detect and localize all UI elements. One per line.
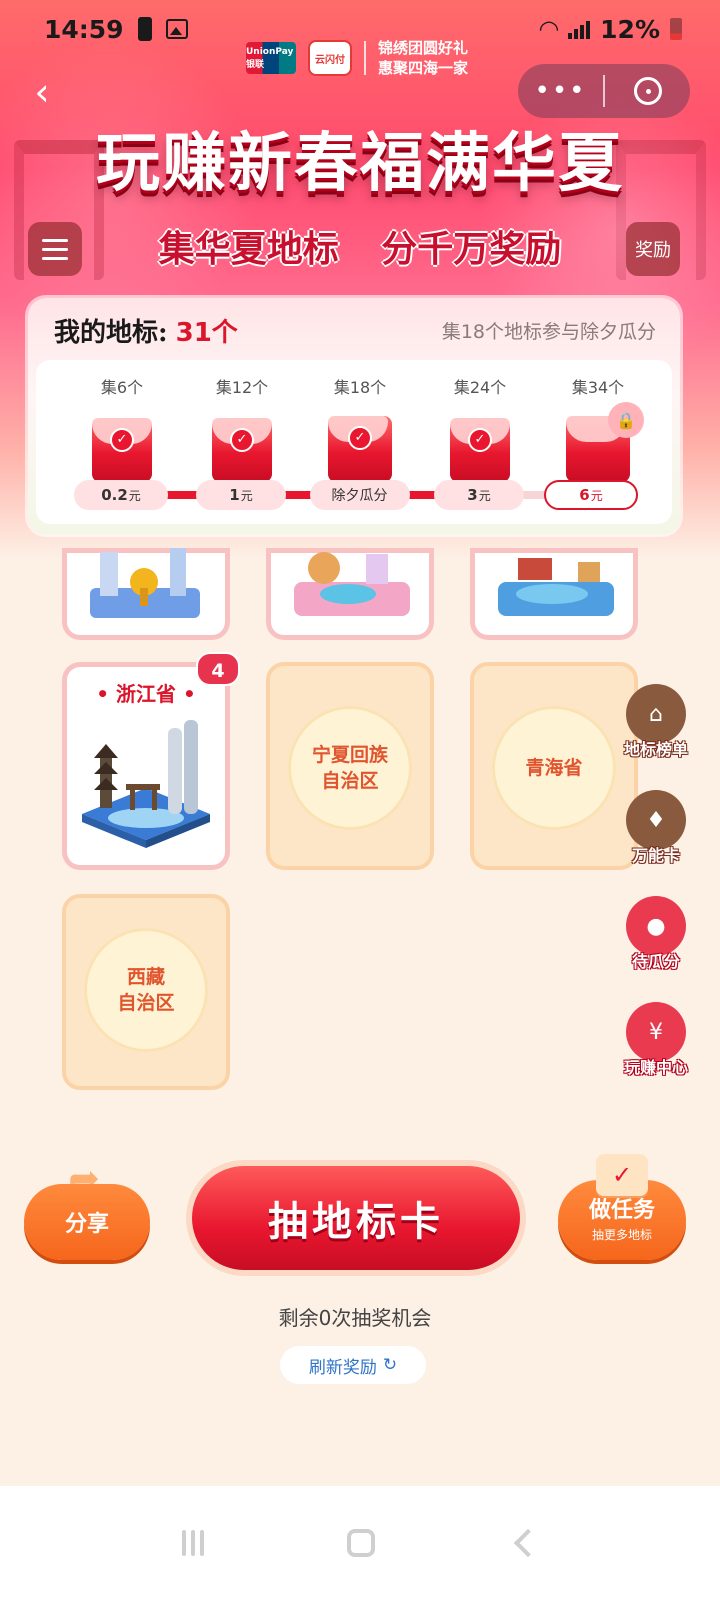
home-icon[interactable] (346, 1529, 375, 1557)
refresh-rewards-button[interactable]: 刷新奖励 ↻ (280, 1346, 426, 1384)
milestone-item[interactable]: 集6个 ✓ (62, 360, 182, 482)
card-count-badge: 4 (196, 652, 240, 686)
landmark-card-qinghai[interactable]: 青海省 (470, 662, 638, 870)
close-circle-icon (633, 77, 662, 105)
progress-hint: 集18个地标参与除夕瓜分 (441, 321, 656, 343)
landmark-count: 31个 (175, 318, 238, 348)
brand-slogan: 锦绣团圆好礼 惠聚四海一家 (378, 39, 469, 77)
signal-icon (568, 19, 591, 39)
yuan-envelope-icon: ¥ (626, 1002, 686, 1062)
pagoda-icon: ⌂ (626, 684, 686, 744)
landmark-card[interactable] (470, 548, 638, 640)
milestone-item[interactable]: 集34个 🔒 (538, 360, 658, 482)
red-envelope-icon: ✓ (450, 418, 510, 482)
progress-title: 我的地标: (54, 318, 168, 348)
back-icon[interactable] (514, 1528, 543, 1558)
zhejiang-landmark-illustration (82, 720, 210, 848)
earn-center-button[interactable]: ¥ 玩赚中心 (620, 1002, 692, 1078)
milestone-item[interactable]: 集18个 ✓ (300, 360, 420, 482)
pending-split-button[interactable]: ● 待瓜分 (620, 896, 692, 972)
landmark-card-zhejiang[interactable]: • 浙江省 • 4 (62, 652, 240, 870)
milestone-amount: 3元 (434, 480, 524, 510)
remaining-chances: 剩余0次抽奖机会 (278, 1306, 432, 1330)
lock-icon: 🔒 (608, 402, 644, 438)
unionpay-logo: UnionPay 银联 (246, 42, 296, 74)
reward-button[interactable]: 奖励 (626, 222, 680, 276)
close-button[interactable] (605, 77, 690, 105)
red-envelope-icon: ✓ (212, 418, 272, 482)
brand-row: UnionPay 银联 云闪付 锦绣团圆好礼 惠聚四海一家 (246, 38, 468, 78)
check-icon: ✓ (468, 428, 492, 452)
money-bag-icon: ● (626, 896, 686, 956)
landmark-card[interactable] (62, 548, 230, 640)
red-envelope-icon: 🔒 (566, 402, 644, 482)
check-icon: ✓ (110, 428, 134, 452)
milestone-panel: 集6个 ✓ 集12个 ✓ 集18个 ✓ 集24个 ✓ 集34个 🔒 0.2 元 … (36, 360, 672, 524)
landmark-illustration (90, 548, 200, 618)
brand-divider (364, 41, 366, 75)
ranking-button[interactable]: ⌂ 地标榜单 (620, 684, 692, 760)
landmark-placeholder: 宁夏回族 自治区 (288, 706, 412, 830)
refresh-icon: ↻ (382, 1355, 398, 1375)
red-envelope-icon: ✓ (328, 416, 392, 482)
milestone-item[interactable]: 集12个 ✓ (182, 360, 302, 482)
check-icon: ✓ (230, 428, 254, 452)
page-title: 玩赚新春福满华夏 (96, 126, 624, 201)
task-check-icon: ✓ (596, 1154, 648, 1196)
more-button[interactable]: ••• (518, 76, 603, 106)
menu-button[interactable] (28, 222, 82, 276)
landmark-card-ningxia[interactable]: 宁夏回族 自治区 (266, 662, 434, 870)
miniapp-capsule: ••• (518, 64, 690, 118)
system-nav-bar (0, 1486, 720, 1600)
progress-card: 我的地标: 31个 集18个地标参与除夕瓜分 集6个 ✓ 集12个 ✓ 集18个 … (28, 298, 680, 534)
menu-icon (42, 238, 68, 242)
milestone-item[interactable]: 集24个 ✓ (420, 360, 540, 482)
landmark-card[interactable] (266, 548, 434, 640)
image-icon (165, 19, 188, 39)
draw-card-button[interactable]: 抽地标卡 (186, 1160, 526, 1276)
landmark-illustration (498, 558, 614, 616)
status-time: 14:59 (44, 14, 124, 44)
milestone-amount: 1元 (196, 480, 286, 510)
milestone-amount: 0.2 元 (74, 480, 168, 510)
check-icon: ✓ (348, 426, 372, 450)
red-envelope-icon: ✓ (92, 418, 152, 482)
card-icon: ♦ (626, 790, 686, 850)
milestone-amount: 6元 (544, 480, 638, 510)
page-subtitle: 集华夏地标 分千万奖励 (158, 228, 562, 270)
wifi-icon: ◠ (539, 15, 559, 43)
landmark-card-xizang[interactable]: 西藏 自治区 (62, 894, 230, 1090)
battery-icon (670, 18, 682, 40)
wildcard-button[interactable]: ♦ 万能卡 (620, 790, 692, 866)
back-chevron-icon[interactable]: ‹ (22, 72, 62, 112)
yunshanfu-logo: 云闪付 (308, 40, 352, 76)
landmark-illustration (294, 552, 410, 616)
battery-alert-icon (137, 17, 152, 41)
battery-percent: 12% (600, 14, 660, 44)
landmark-placeholder: 西藏 自治区 (84, 928, 208, 1052)
share-button[interactable]: 分享 (24, 1184, 150, 1260)
recents-icon[interactable] (181, 1530, 204, 1556)
milestone-amount: 除夕瓜分 (310, 480, 410, 510)
landmark-placeholder: 青海省 (492, 706, 616, 830)
